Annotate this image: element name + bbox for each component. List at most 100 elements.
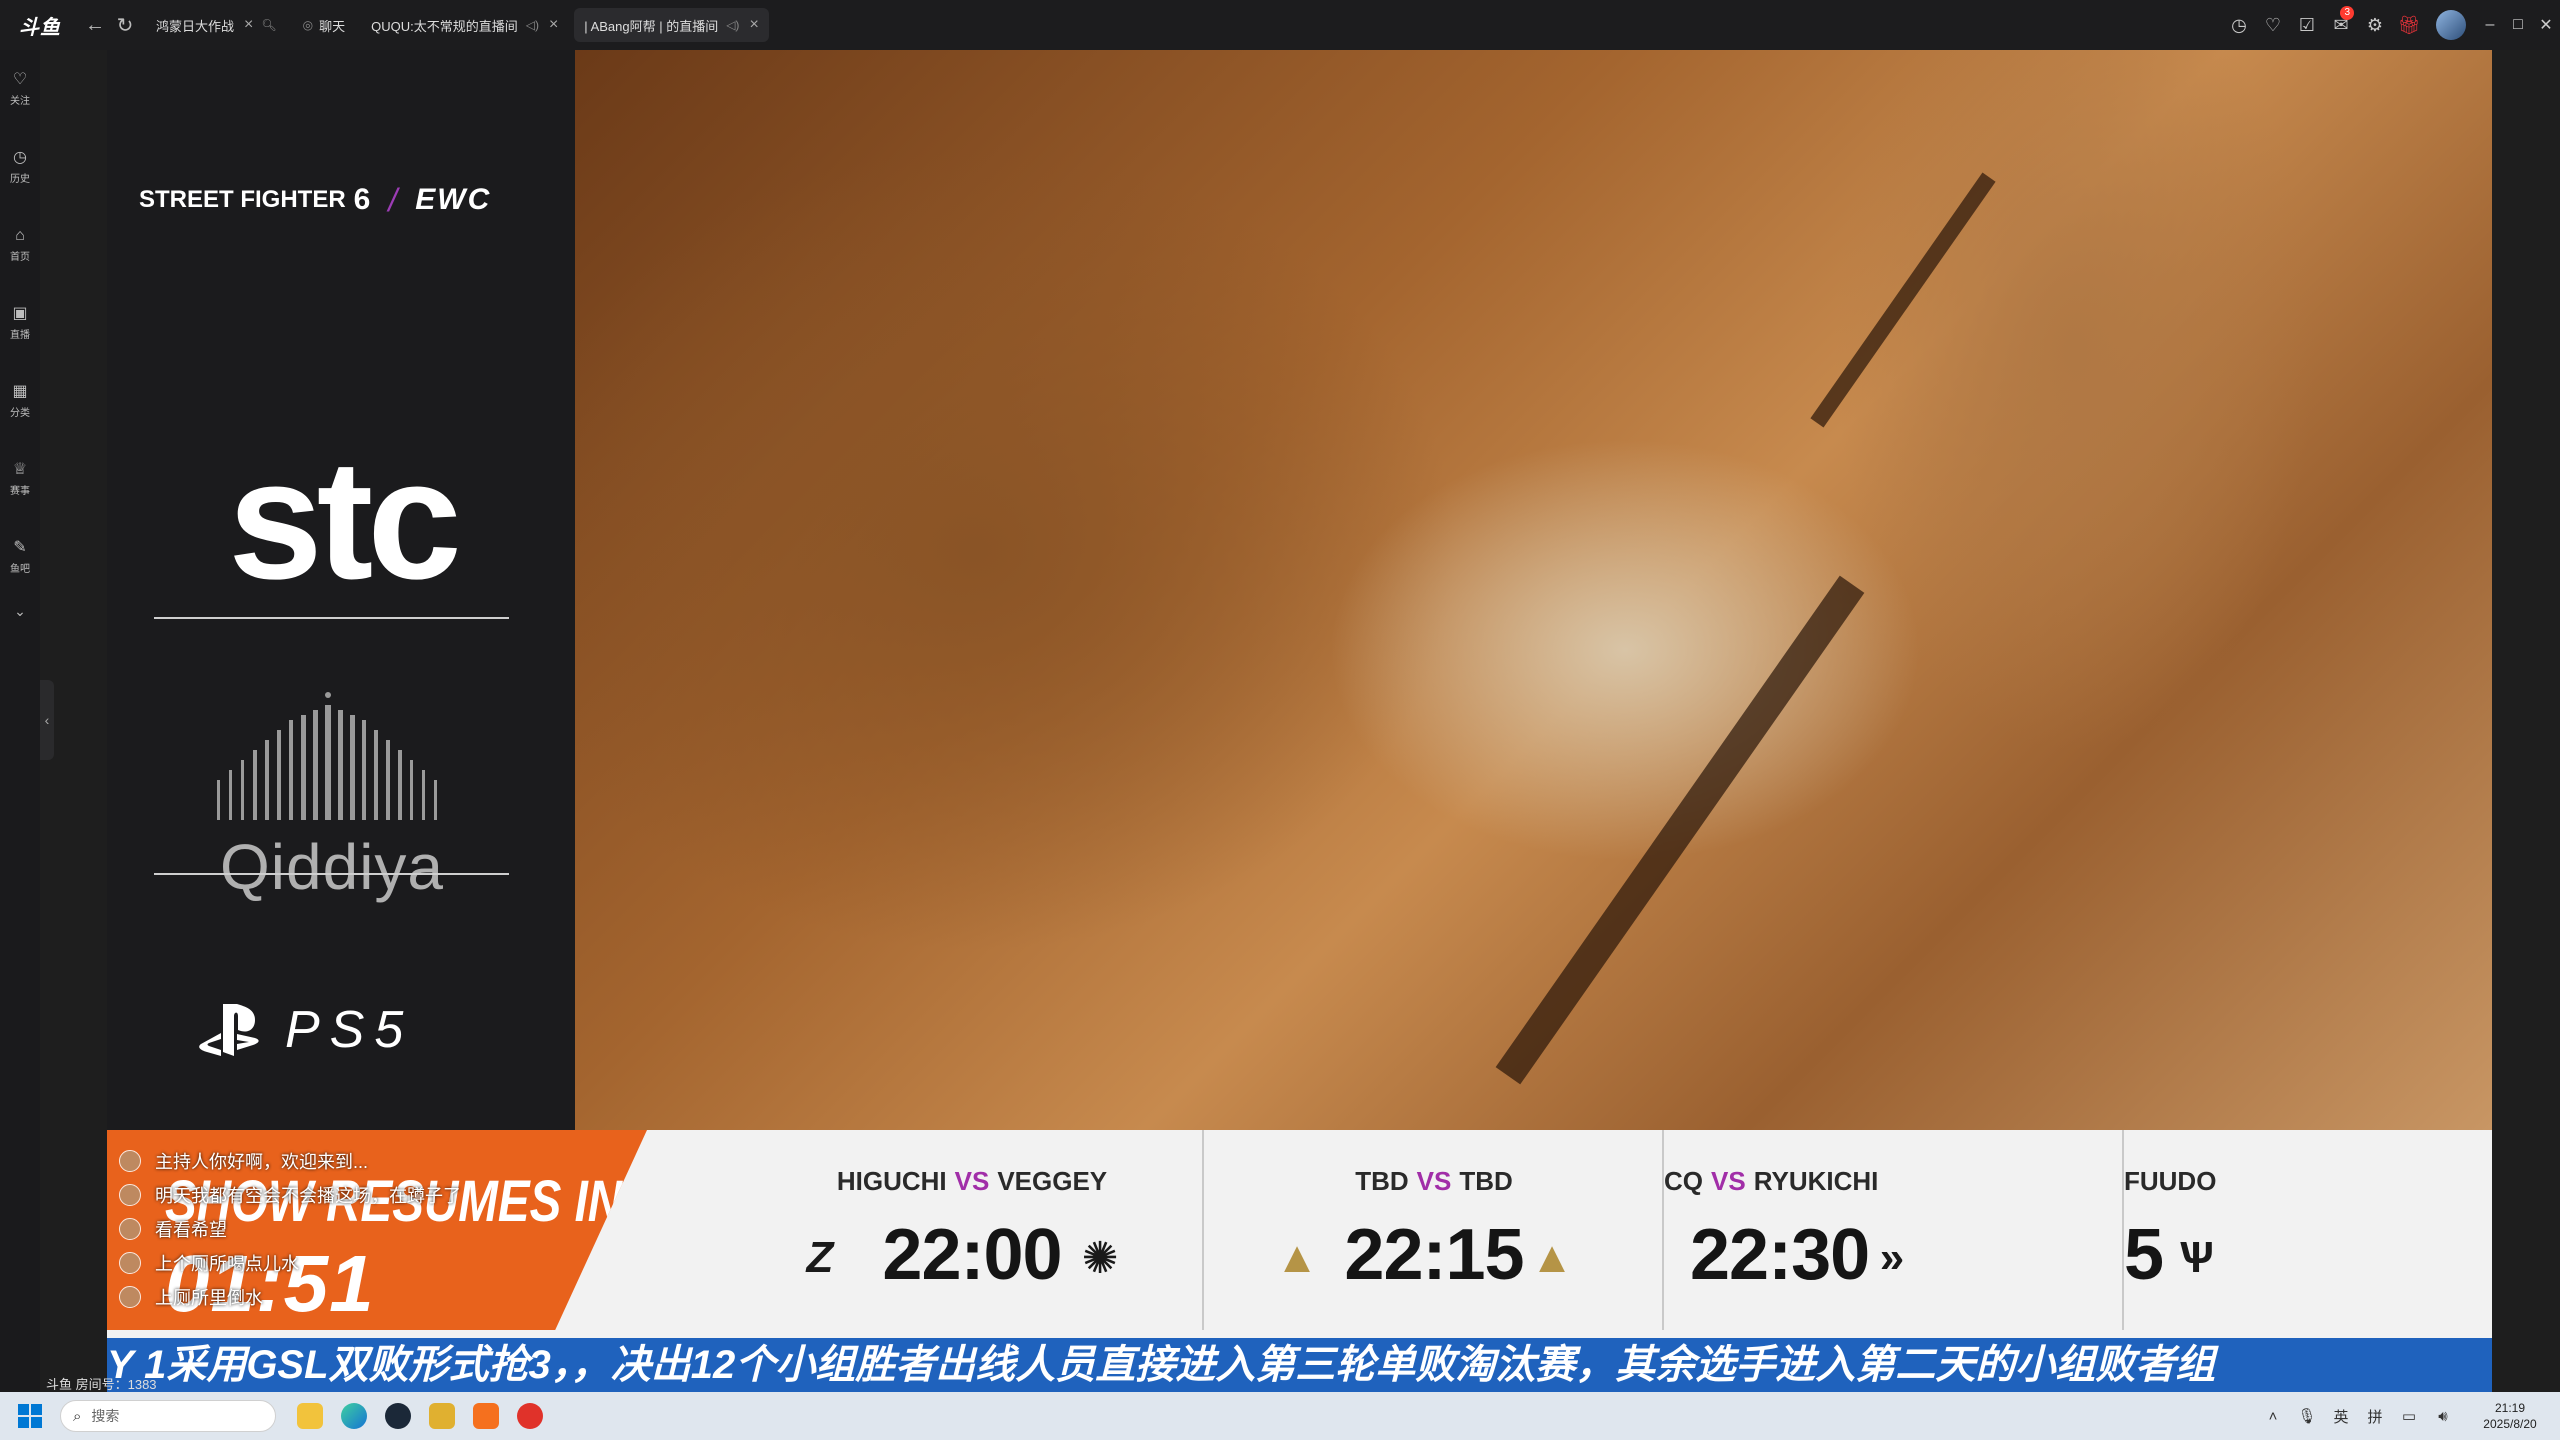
collapse-sidebar-handle[interactable]: ‹ xyxy=(40,680,54,760)
tab-label: 聊天 xyxy=(319,18,346,34)
titlebar-actions: ◷ ♡ ☑ ✉ 3 ⚙ 🎁︎ – □ ✕ xyxy=(2222,0,2560,50)
game-icon xyxy=(429,1403,455,1429)
microphone-icon[interactable]: 🎙︎ xyxy=(2290,1392,2324,1440)
gift-icon[interactable]: 🎁︎ xyxy=(2392,0,2426,50)
system-tray: ˄ 🎙︎ 英 拼 ▭ 🔊︎ 21:19 2025/8/20 xyxy=(2256,1392,2560,1440)
douyu-app[interactable] xyxy=(466,1392,506,1440)
avatar xyxy=(119,1184,141,1206)
chat-line: 上厕所里倒水 xyxy=(119,1280,499,1314)
back-button[interactable]: ← xyxy=(80,0,110,50)
user-avatar[interactable] xyxy=(2436,10,2466,40)
minimize-button[interactable]: – xyxy=(2476,0,2504,50)
match-card: FUUDO 5 Ѱ xyxy=(2124,1130,2484,1330)
chevron-up-icon[interactable]: ˄ xyxy=(2256,1392,2290,1440)
rail-item-history[interactable]: ◷ 历史 xyxy=(0,128,40,206)
tab-label: | ABang阿帮 | 的直播间 xyxy=(584,18,719,34)
rail-item-home[interactable]: ⌂ 首页 xyxy=(0,206,40,284)
tab-1[interactable]: ◎ 聊天 xyxy=(293,8,356,42)
ime-mode[interactable]: 拼 xyxy=(2358,1392,2392,1440)
video-frame[interactable] xyxy=(575,50,2492,1130)
chat-line: 主持人你好啊，欢迎来到... xyxy=(119,1144,499,1178)
system-clock[interactable]: 21:19 2025/8/20 xyxy=(2460,1400,2560,1432)
team-logo-icon: Ѱ xyxy=(2178,1233,2214,1282)
windows-taskbar: ⌕ 搜索 ˄ 🎙︎ 英 拼 ▭ 🔊︎ 21:19 2025/8/20 xyxy=(0,1392,2560,1440)
refresh-button[interactable]: ↻ xyxy=(110,0,140,50)
avatar xyxy=(119,1286,141,1308)
match-title: FUUDO xyxy=(2124,1166,2217,1196)
history-icon[interactable]: ◷ xyxy=(2222,0,2256,50)
match-time: 22:30 xyxy=(1690,1215,1870,1295)
street-fighter-ewc-logo: STREET FIGHTER 6 / EWC xyxy=(139,181,492,218)
settings-icon[interactable]: ⚙ xyxy=(2358,0,2392,50)
match-title: CQ VS RYUKICHI xyxy=(1664,1166,1879,1196)
sponsor-panel: STREET FIGHTER 6 / EWC stc Qiddiya PS5 xyxy=(107,50,575,1130)
match-card: TBD VS TBD 22:15 ▲ ▲ xyxy=(1204,1130,1664,1330)
steam-icon xyxy=(385,1403,411,1429)
home-icon: ⌂ xyxy=(15,227,25,244)
video-detail xyxy=(1810,172,1996,428)
avatar xyxy=(119,1150,141,1172)
message-icon[interactable]: ✉ 3 xyxy=(2324,0,2358,50)
match-title: HIGUCHI VS VEGGEY xyxy=(836,1166,1108,1196)
tab-3[interactable]: | ABang阿帮 | 的直播间 ◁) × xyxy=(574,8,769,42)
network-icon[interactable]: ▭ xyxy=(2392,1392,2426,1440)
volume-icon[interactable]: 🔊︎ xyxy=(2426,1392,2460,1440)
notification-badge: 3 xyxy=(2340,6,2354,20)
weibo-icon xyxy=(517,1403,543,1429)
file-explorer-app[interactable] xyxy=(290,1392,330,1440)
divider xyxy=(154,873,509,875)
steam-app[interactable] xyxy=(378,1392,418,1440)
ime-language[interactable]: 英 xyxy=(2324,1392,2358,1440)
taskbar-search[interactable]: ⌕ 搜索 xyxy=(60,1400,276,1432)
rail-item-fishbar[interactable]: ✎ 鱼吧 xyxy=(0,518,40,596)
match-card: CQ VS RYUKICHI 22:30 » xyxy=(1664,1130,2124,1330)
team-logo-icon: ✺ xyxy=(1081,1233,1119,1283)
stc-logo: stc xyxy=(228,425,462,615)
chat-line: 看看希望 xyxy=(119,1212,499,1246)
title-bar: 斗鱼 ← ↻ 鸿蒙日大作战 × 🔍︎ ◎ 聊天 QUQU:太不常规的直播间 ◁)… xyxy=(0,0,2560,50)
start-button[interactable] xyxy=(0,1392,60,1440)
task-icon[interactable]: ☑ xyxy=(2290,0,2324,50)
folder-icon xyxy=(297,1403,323,1429)
rail-item-events[interactable]: ♕ 赛事 xyxy=(0,440,40,518)
close-icon[interactable]: × xyxy=(244,16,253,34)
fishbar-icon: ✎ xyxy=(13,539,27,556)
favorite-icon[interactable]: ♡ xyxy=(2256,0,2290,50)
chat-line: 上个厕所喝点儿水 xyxy=(119,1246,499,1280)
close-window-button[interactable]: ✕ xyxy=(2532,0,2560,50)
team-logo-icon: Z xyxy=(806,1233,834,1282)
mute-icon[interactable]: ◁) xyxy=(526,18,539,32)
team-logo-icon: ▲ xyxy=(1530,1233,1574,1282)
tab-label: 鸿蒙日大作战 xyxy=(156,18,235,34)
stream-player[interactable]: STREET FIGHTER 6 / EWC stc Qiddiya PS5 S… xyxy=(107,50,2492,1392)
edge-app[interactable] xyxy=(334,1392,374,1440)
tab-0[interactable]: 鸿蒙日大作战 × 🔍︎ xyxy=(146,8,287,42)
game-app[interactable] xyxy=(422,1392,462,1440)
close-icon[interactable]: × xyxy=(549,16,558,34)
chat-icon: ◎ xyxy=(302,18,314,32)
weibo-app[interactable] xyxy=(510,1392,550,1440)
tab-2[interactable]: QUQU:太不常规的直播间 ◁) × xyxy=(361,8,568,42)
history-icon: ◷ xyxy=(13,149,27,166)
mute-icon[interactable]: ◁) xyxy=(726,18,739,32)
avatar xyxy=(119,1218,141,1240)
rail-item-category[interactable]: ▦ 分类 xyxy=(0,362,40,440)
ps5-logo: PS5 xyxy=(197,990,477,1070)
rail-item-follow[interactable]: ♡ 关注 xyxy=(0,50,40,128)
category-icon: ▦ xyxy=(12,383,28,400)
chevron-down-icon[interactable]: ⌄ xyxy=(0,596,40,626)
qiddiya-logo: Qiddiya xyxy=(167,690,497,910)
search-icon[interactable]: 🔍︎ xyxy=(261,18,276,32)
rail-item-live[interactable]: ▣ 直播 xyxy=(0,284,40,362)
live-icon: ▣ xyxy=(12,305,28,322)
avatar xyxy=(119,1252,141,1274)
edge-icon xyxy=(341,1403,367,1429)
maximize-button[interactable]: □ xyxy=(2504,0,2532,50)
windows-icon xyxy=(18,1404,42,1428)
douyu-logo[interactable]: 斗鱼 xyxy=(0,0,80,50)
match-title: TBD VS TBD xyxy=(1355,1166,1513,1196)
team-logo-icon: ▲ xyxy=(1275,1233,1319,1282)
divider xyxy=(154,617,509,619)
heart-icon: ♡ xyxy=(12,71,28,88)
close-icon[interactable]: × xyxy=(749,16,758,34)
